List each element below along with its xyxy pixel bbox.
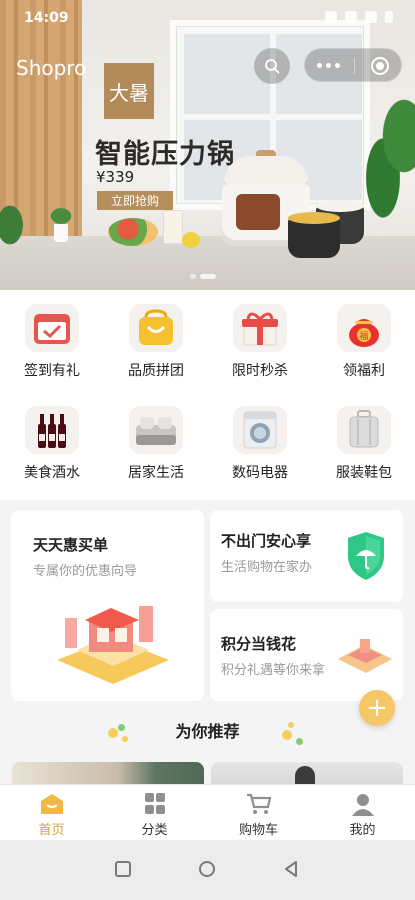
category-label: 美食酒水	[24, 465, 80, 481]
svg-text:福: 福	[359, 330, 368, 342]
status-time: 14:09	[24, 10, 69, 26]
potted-plant	[48, 206, 74, 246]
promo-title: 不出门安心享	[221, 532, 312, 550]
category-grid: 签到有礼 品质拼团 限时秒杀 福 领福利 美食酒水 居家生活 数码电器 服装鞋包	[0, 290, 415, 500]
carousel-indicator	[190, 274, 216, 279]
calendar-check-icon	[25, 304, 79, 352]
tab-category[interactable]: 分类	[103, 785, 206, 841]
category-label: 居家生活	[128, 465, 184, 481]
search-button[interactable]	[254, 48, 290, 84]
brand-logo: 大暑	[104, 63, 154, 119]
tab-profile[interactable]: 我的	[311, 785, 414, 841]
cart-icon	[246, 793, 271, 814]
home-circle-icon[interactable]	[198, 860, 216, 878]
promo-title: 天天惠买单	[33, 536, 109, 554]
hero-banner[interactable]: 大暑 智能压力锅 ¥339 立即抢购	[0, 0, 415, 290]
decor-dot	[288, 722, 294, 728]
status-bar: 14:09	[0, 0, 415, 36]
banner-price: ¥339	[96, 168, 135, 186]
category-label: 限时秒杀	[232, 363, 288, 379]
shield-umbrella-icon	[348, 532, 384, 580]
category-flash-sale[interactable]: 限时秒杀	[220, 290, 300, 380]
promo-card-stay-home[interactable]: 不出门安心享 生活购物在家办	[210, 510, 403, 602]
bedding-icon	[129, 406, 183, 454]
food-plate-image	[108, 218, 158, 246]
category-home-living[interactable]: 居家生活	[116, 392, 196, 482]
category-checkin[interactable]: 签到有礼	[12, 290, 92, 380]
promo-subtitle: 专属你的优惠向导	[33, 564, 138, 579]
shopping-bag-icon	[129, 304, 183, 352]
gift-box-icon	[233, 304, 287, 352]
shop-illustration-icon	[57, 606, 169, 684]
tab-label: 我的	[349, 823, 376, 838]
decor-dot	[296, 738, 303, 745]
promo-card-daily-deals[interactable]: 天天惠买单 专属你的优惠向导	[11, 510, 204, 701]
lemon-image	[182, 232, 200, 248]
category-grid-icon	[144, 793, 165, 814]
banner-title: 智能压力锅	[95, 139, 235, 170]
alarm-icon	[325, 11, 337, 23]
recommend-title: 为你推荐	[175, 722, 240, 741]
promo-subtitle: 生活购物在家办	[221, 560, 313, 575]
recent-apps-icon[interactable]	[114, 860, 132, 878]
tab-label: 购物车	[238, 823, 278, 838]
carousel-dot-active	[200, 274, 216, 279]
category-label: 签到有礼	[24, 363, 80, 379]
milk-glass-image	[163, 210, 183, 244]
category-label: 领福利	[343, 363, 385, 379]
promo-subtitle: 积分礼遇等你来拿	[221, 663, 326, 678]
tab-label: 首页	[38, 823, 65, 838]
miniprogram-capsule	[304, 48, 402, 82]
profile-icon	[351, 794, 374, 816]
category-label: 品质拼团	[128, 363, 184, 379]
decor-dot	[282, 730, 292, 740]
plant-left-decoration	[0, 195, 30, 255]
bottom-tab-bar: 首页 分类 购物车 我的	[0, 784, 415, 840]
back-triangle-icon[interactable]	[282, 860, 300, 878]
category-electronics[interactable]: 数码电器	[220, 392, 300, 482]
inner-pot-image	[288, 212, 340, 258]
tab-cart[interactable]: 购物车	[207, 785, 310, 841]
palm-plant-decoration	[355, 80, 415, 220]
home-icon	[40, 794, 63, 814]
search-icon	[265, 59, 280, 74]
status-icons	[325, 11, 393, 23]
wifi-icon	[365, 11, 377, 23]
more-options-icon[interactable]	[317, 63, 340, 68]
sim-icon	[345, 11, 357, 23]
app-title: Shopro	[16, 56, 87, 80]
carousel-dot	[190, 274, 196, 279]
buy-now-button[interactable]: 立即抢购	[97, 191, 173, 210]
category-welfare[interactable]: 福 领福利	[324, 290, 404, 380]
points-gift-icon	[338, 639, 392, 673]
category-apparel[interactable]: 服装鞋包	[324, 392, 404, 482]
washing-machine-icon	[233, 406, 287, 454]
category-food-drinks[interactable]: 美食酒水	[12, 392, 92, 482]
category-label: 数码电器	[232, 465, 288, 481]
wine-bottles-icon	[25, 406, 79, 454]
floating-add-button[interactable]: +	[359, 690, 395, 726]
lucky-bag-icon: 福	[337, 304, 391, 352]
tab-home[interactable]: 首页	[0, 785, 103, 841]
promo-card-points[interactable]: 积分当钱花 积分礼遇等你来拿	[210, 609, 403, 701]
category-group-buy[interactable]: 品质拼团	[116, 290, 196, 380]
promo-title: 积分当钱花	[221, 635, 297, 653]
screen: 大暑 智能压力锅 ¥339 立即抢购 14:09 Shopro 签到有礼 品质拼…	[0, 0, 415, 900]
close-miniprogram-icon[interactable]	[371, 57, 389, 75]
system-nav-bar	[0, 840, 415, 900]
suitcase-icon	[337, 406, 391, 454]
tab-label: 分类	[141, 823, 168, 838]
battery-icon	[385, 11, 393, 23]
category-label: 服装鞋包	[336, 465, 392, 481]
